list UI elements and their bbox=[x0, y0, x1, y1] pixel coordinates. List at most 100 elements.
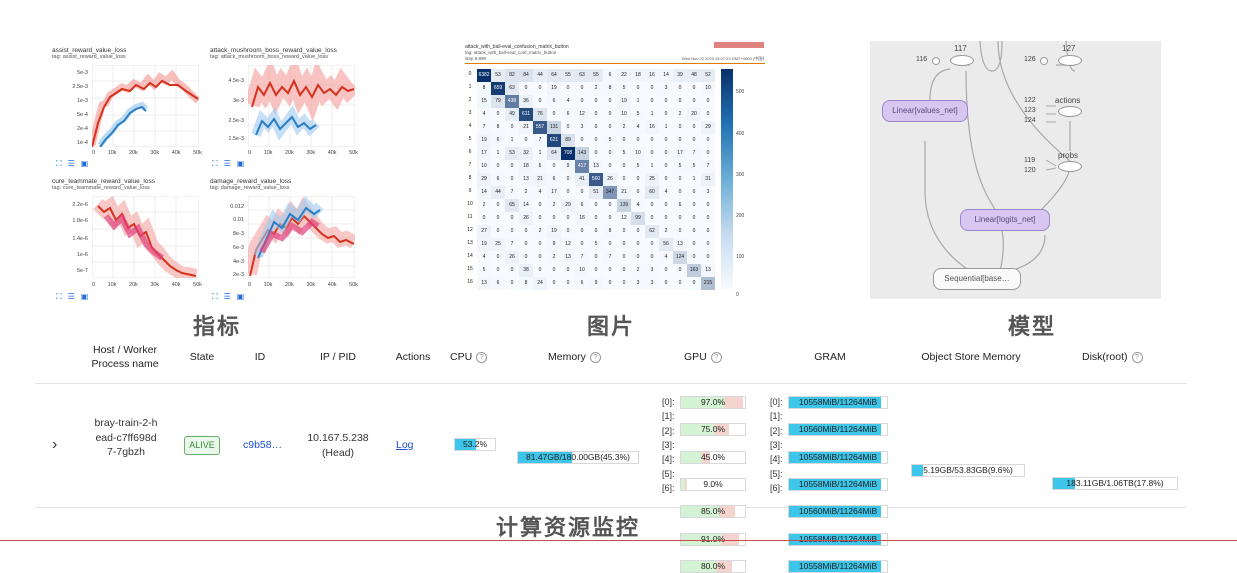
cm-cell: 0 bbox=[617, 225, 631, 238]
gram-usage-text: 10558MiB/11264MiB bbox=[798, 397, 878, 407]
cm-timestamp: Wed Nov 22 2023 15:07:23 GMT+0800 (中国标准时… bbox=[682, 56, 764, 61]
node-label: 124 bbox=[1024, 117, 1036, 124]
cm-cell: 7 bbox=[687, 147, 701, 160]
help-icon[interactable]: ? bbox=[476, 351, 488, 363]
help-icon[interactable]: ? bbox=[710, 351, 722, 363]
panel-tag: tag: attack_mushroom_boss_reward_value_l… bbox=[210, 54, 329, 60]
list-icon[interactable]: ☰ bbox=[224, 159, 231, 169]
help-icon[interactable]: ? bbox=[589, 351, 601, 363]
cm-cell: 29 bbox=[477, 173, 491, 186]
gram-usage-bar: 10558MiB/11264MiB bbox=[788, 559, 888, 573]
gpu-index: [1]: bbox=[662, 411, 675, 422]
graph-node[interactable] bbox=[1058, 161, 1082, 172]
linear-values-node[interactable]: Linear[values_net] bbox=[882, 100, 968, 122]
cm-cell: 36 bbox=[519, 95, 533, 108]
cm-cell: 5 bbox=[631, 160, 645, 173]
help-icon[interactable]: ? bbox=[1131, 351, 1143, 363]
gpu-usage-bar: 9.0% bbox=[680, 477, 746, 491]
cm-cell: 0 bbox=[533, 238, 547, 251]
y-tick: 3e-3 bbox=[232, 98, 244, 104]
col-header-host: Host / Worker Process name bbox=[91, 344, 159, 370]
x-tick: 50k bbox=[193, 150, 202, 156]
cm-cell: 7 bbox=[477, 121, 491, 134]
cm-cell: 0 bbox=[687, 186, 701, 199]
image-icon[interactable]: ▣ bbox=[81, 292, 89, 302]
image-icon[interactable]: ▣ bbox=[237, 292, 245, 302]
cm-cell: 17 bbox=[477, 147, 491, 160]
fullscreen-icon[interactable]: ⛶ bbox=[56, 159, 62, 169]
y-tick: 1.4e-6 bbox=[72, 236, 88, 242]
expand-row-chevron-icon[interactable]: › bbox=[52, 436, 57, 454]
gpu-index: [3]: bbox=[662, 439, 675, 450]
log-link[interactable]: Log bbox=[396, 439, 414, 451]
list-icon[interactable]: ☰ bbox=[68, 292, 75, 302]
graph-node[interactable] bbox=[1058, 106, 1082, 117]
graph-node[interactable] bbox=[1058, 55, 1082, 66]
cm-cell: 163 bbox=[687, 264, 701, 277]
gram-usage-text: 10558MiB/11264MiB bbox=[798, 478, 878, 489]
cm-cell: 2 bbox=[477, 199, 491, 212]
cm-cell: 0 bbox=[519, 251, 533, 264]
cm-cell: 0 bbox=[533, 251, 547, 264]
cm-cell: 0 bbox=[687, 82, 701, 95]
section-label-metrics: 指标 bbox=[193, 314, 242, 340]
cm-cell: 32 bbox=[519, 147, 533, 160]
image-icon[interactable]: ▣ bbox=[81, 159, 89, 169]
fullscreen-icon[interactable]: ⛶ bbox=[212, 159, 218, 169]
list-icon[interactable]: ☰ bbox=[224, 292, 231, 302]
cm-cell: 0 bbox=[505, 225, 519, 238]
gpu-index: [5]: bbox=[662, 468, 675, 479]
image-icon[interactable]: ▣ bbox=[237, 159, 245, 169]
cm-cell: 0 bbox=[603, 264, 617, 277]
cm-cell: 0 bbox=[701, 225, 715, 238]
x-tick: 10k bbox=[107, 150, 117, 156]
x-tick: 20k bbox=[284, 150, 294, 156]
cm-step: step 9,999 bbox=[465, 56, 487, 61]
cm-cell: 0 bbox=[589, 212, 603, 225]
cm-cell: 0 bbox=[645, 251, 659, 264]
cm-cell: 0 bbox=[631, 82, 645, 95]
y-tick: 5e-7 bbox=[76, 268, 88, 274]
cm-cell: 63 bbox=[575, 69, 589, 82]
gpu-usage-text: 75.0% bbox=[700, 424, 726, 435]
cm-cell: 0 bbox=[491, 264, 505, 277]
cm-cell: 0 bbox=[575, 95, 589, 108]
node-label: probs bbox=[1058, 151, 1079, 160]
cm-cell: 3 bbox=[701, 186, 715, 199]
cm-cell: 0 bbox=[659, 160, 673, 173]
x-tick: 0 bbox=[248, 282, 252, 288]
cm-cell: 0 bbox=[533, 82, 547, 95]
cm-row-labels: 0 1 2 3 4 5 6 7 8 9 10 11 12 13 14 15 16 bbox=[465, 69, 477, 289]
graph-node[interactable] bbox=[950, 55, 974, 66]
x-tick: 30k bbox=[306, 282, 316, 288]
cbar-tick: 500 bbox=[736, 89, 745, 95]
cm-cell: 19 bbox=[477, 134, 491, 147]
cm-cell: 7 bbox=[533, 134, 547, 147]
gpu-usage-bar: 45.0% bbox=[680, 450, 746, 464]
damage-loss-plot bbox=[248, 196, 355, 278]
cm-cell: 0 bbox=[701, 95, 715, 108]
cm-cell: 17 bbox=[547, 186, 561, 199]
cm-cell: 659 bbox=[491, 82, 505, 95]
list-icon[interactable]: ☰ bbox=[68, 159, 75, 169]
worker-id-link[interactable]: c9b58… bbox=[243, 439, 282, 451]
cm-cell: 0 bbox=[603, 160, 617, 173]
cm-cell: 13 bbox=[477, 277, 491, 290]
gram-usage-text: 10558MiB/11264MiB bbox=[798, 560, 878, 571]
fullscreen-icon[interactable]: ⛶ bbox=[212, 292, 218, 302]
linear-logits-node[interactable]: Linear[logits_net] bbox=[960, 209, 1050, 231]
cm-cell: 9 bbox=[561, 160, 575, 173]
cm-cell: 0 bbox=[561, 264, 575, 277]
section-label-compute: 计算资源监控 bbox=[496, 515, 641, 541]
sequential-base-node[interactable]: Sequential[base… bbox=[933, 268, 1021, 290]
cm-cell: 0 bbox=[505, 173, 519, 186]
cm-cell: 14 bbox=[659, 69, 673, 82]
cm-cell: 0 bbox=[561, 225, 575, 238]
col-header-gpu-label: GPU bbox=[684, 351, 707, 363]
cm-cell: 1 bbox=[659, 121, 673, 134]
fullscreen-icon[interactable]: ⛶ bbox=[56, 292, 62, 302]
x-tick: 50k bbox=[193, 282, 202, 288]
cm-cell: 0 bbox=[603, 277, 617, 290]
cm-cell: 4 bbox=[659, 186, 673, 199]
y-tick: 8e-3 bbox=[232, 231, 244, 237]
